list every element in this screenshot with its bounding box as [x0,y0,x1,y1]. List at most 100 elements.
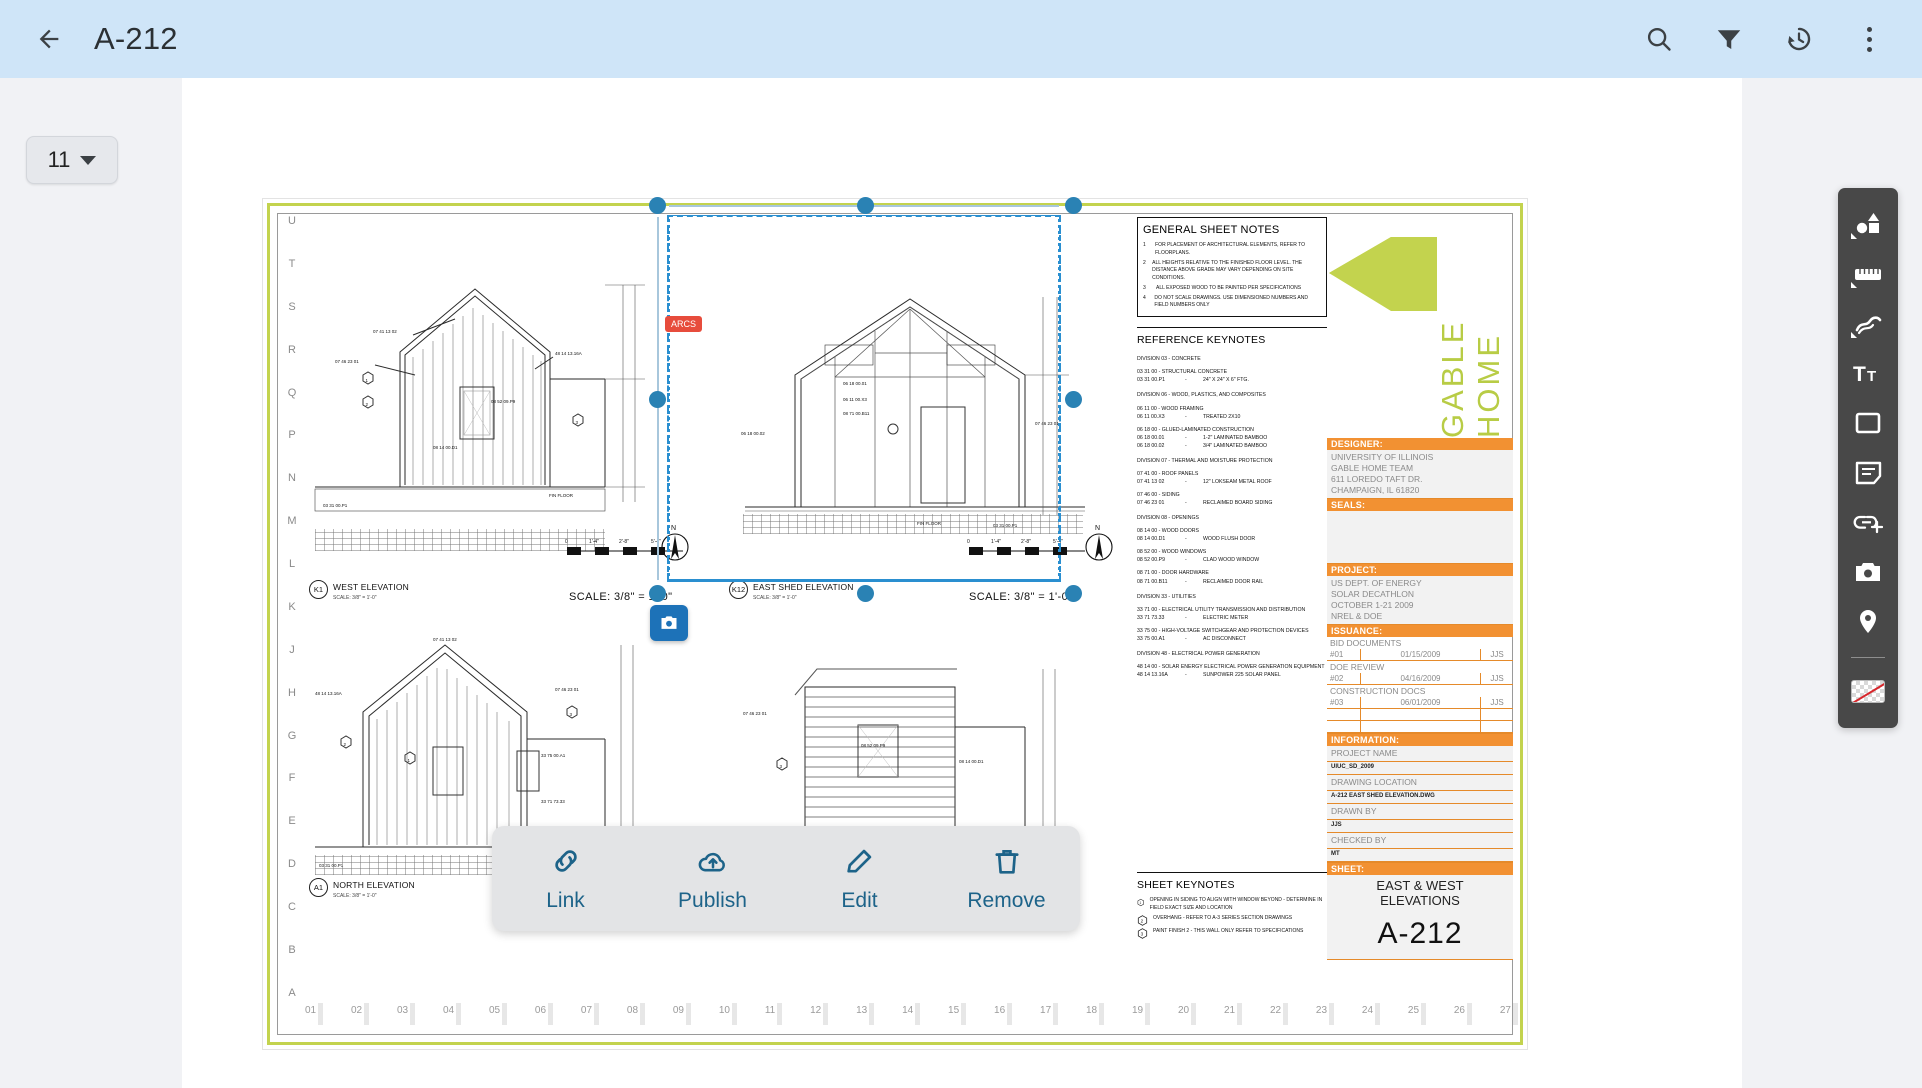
selection-box[interactable] [649,197,1082,602]
overflow-menu-button[interactable] [1842,12,1896,66]
keynote-group: 33 71 00 - ELECTRICAL UTILITY TRANSMISSI… [1137,606,1306,613]
keynote-hex-icon: 2 [1137,915,1148,926]
add-link-tool-button[interactable] [1845,500,1891,545]
search-button[interactable] [1632,12,1686,66]
link-icon [554,850,577,872]
svg-text:07 41 13 02: 07 41 13 02 [373,329,397,334]
sheet-row-mark: L [288,558,296,570]
selection-outline [667,215,1061,582]
publish-action-label: Publish [678,889,747,912]
issuance-row: #02 04/16/2009 JJS [1327,673,1513,686]
photo-attachment-chip[interactable] [650,605,688,641]
keynote-group: 03 31 00 - STRUCTURAL CONCRETE [1137,369,1228,376]
title-block: GABLE HOME DESIGNER: UNIVERSITY OF ILLIN… [1327,213,1513,1035]
camera-tool-button[interactable] [1845,550,1891,595]
location-pin-tool-button[interactable] [1845,600,1891,645]
keynote-division: DIVISION 07 - THERMAL AND MOISTURE PROTE… [1137,457,1273,464]
sheet-row-mark: G [287,729,297,742]
note-number: 2 [1143,259,1146,266]
markup-label-badge[interactable]: ARCS [665,316,703,332]
svg-text:07 46 23 01: 07 46 23 01 [555,687,579,692]
keynote-text: OPENING IN SIDING TO ALIGN WITH WINDOW B… [1149,897,1323,912]
elevation-name: EAST SHED ELEVATION [753,582,854,592]
resize-handle-top-center[interactable] [857,197,874,214]
publish-action-button[interactable]: Publish [661,844,765,913]
svg-text:T: T [1853,363,1866,386]
reference-keynotes-panel: REFERENCE KEYNOTES DIVISION 03 - CONCRET… [1137,327,1327,679]
sheet-keynotes-panel: SHEET KEYNOTES 1 OPENING IN SIDING TO ALI… [1137,872,1327,941]
issuance-row-empty-2 [1327,721,1513,734]
issuance-by: JJS [1490,698,1504,708]
measure-tool-button[interactable] [1845,252,1891,297]
sheet-col-mark: 05 [488,1003,508,1025]
cloud-upload-icon [698,852,725,872]
sheet-heading: SHEET: [1327,862,1513,875]
svg-text:3: 3 [780,764,783,769]
text-tool-button[interactable]: T T [1845,351,1891,396]
fill-swatch-button[interactable] [1845,669,1891,714]
elevation-sub: SCALE: 3/8" = 1'-0" [333,893,377,899]
svg-text:48 14 13.16A: 48 14 13.16A [555,351,582,356]
resize-handle-top-right[interactable] [1065,197,1082,214]
reference-keynotes-title: REFERENCE KEYNOTES [1137,334,1266,346]
search-icon [1647,27,1671,51]
east-elevation-scale-text: SCALE: 3/8" = 1'-0" [969,591,1073,603]
svg-text:08 52 09.P9: 08 52 09.P9 [861,743,886,748]
top-app-bar: A-212 [0,0,1922,78]
sheet-keynote-item: 1 OPENING IN SIDING TO ALIGN WITH WINDOW … [1137,897,1327,913]
svg-text:08 14 00.D1: 08 14 00.D1 [959,759,984,764]
sheet-row-mark: R [288,343,296,356]
keynote-entry: 06 11 00.X3- TREATED 2X10 [1137,413,1241,420]
history-icon [1788,27,1811,51]
resize-handle-middle-right[interactable] [1065,391,1082,408]
general-sheet-notes-list: 1 FOR PLACEMENT OF ARCHITECTURAL ELEMENTS… [1143,242,1321,310]
note-tool-button[interactable] [1845,451,1891,496]
resize-handle-middle-left[interactable] [649,391,666,408]
issuance-row: #03 06/01/2009 JJS [1327,697,1513,710]
issuance-num: #01 [1327,649,1361,661]
note-text: ALL EXPOSED WOOD TO BE PAINTED PER SPECI… [1156,284,1302,291]
sheet-col-mark: 02 [350,1003,370,1025]
svg-text:3: 3 [576,420,579,425]
history-button[interactable] [1772,12,1826,66]
remove-action-button[interactable]: Remove [955,844,1059,913]
freehand-tool-button[interactable] [1845,301,1891,346]
svg-text:2: 2 [1141,918,1144,923]
designer-value: UNIVERSITY OF ILLINOIS GABLE HOME TEAM 6… [1327,450,1513,499]
rectangle-tool-icon [1855,412,1881,434]
information-value: UIUC_SD_2009 [1327,762,1513,776]
back-button[interactable] [26,16,72,62]
elevation-bubble: K12 [729,579,748,599]
sheet-row-mark: D [288,858,296,871]
resize-handle-bottom-right[interactable] [1065,585,1082,602]
resize-handle-bottom-left[interactable] [649,585,666,602]
page-selector[interactable]: 11 [26,136,118,184]
resize-handle-top-left[interactable] [649,197,666,214]
drawing-west-elevation[interactable]: 07 41 13 02 07 46 23 01 48 14 13.16A 08 … [305,257,725,603]
sheet-col-mark: 16 [994,1003,1013,1025]
svg-text:33 75 00.A1: 33 75 00.A1 [541,753,566,758]
camera-tool-icon [1856,563,1880,582]
link-action-button[interactable]: Link [514,844,618,913]
svg-text:07 41 13 02: 07 41 13 02 [433,637,457,642]
sheet-row-mark: F [288,772,296,785]
keynote-division: DIVISION 03 - CONCRETE [1137,356,1201,363]
svg-text:0: 0 [565,539,568,545]
edit-action-button[interactable]: Edit [808,844,912,913]
sheet-row-mark: B [288,943,296,956]
resize-handle-bottom-center[interactable] [857,585,874,602]
tool-corner-indicator [1851,232,1857,239]
svg-text:2: 2 [344,742,347,747]
keynote-hex-icon: 1 [1137,899,1144,907]
sheet-col-mark: 18 [1086,1003,1105,1025]
elevation-sub: SCALE: 3/8" = 1'-0" [333,595,377,601]
information-heading: INFORMATION: [1327,734,1513,747]
note-tool-icon [1855,461,1881,485]
filter-button[interactable] [1702,12,1756,66]
shapes-tool-icon [1856,213,1879,234]
title-block-logo: GABLE HOME [1327,213,1513,438]
shapes-tool-button[interactable] [1845,202,1891,247]
rectangle-tool-button[interactable] [1845,401,1891,446]
title-block-designer: DESIGNER: UNIVERSITY OF ILLINOIS GABLE H… [1327,438,1513,500]
keynote-entry: 08 52 00.P9- CLAD WOOD WINDOW [1137,557,1260,564]
